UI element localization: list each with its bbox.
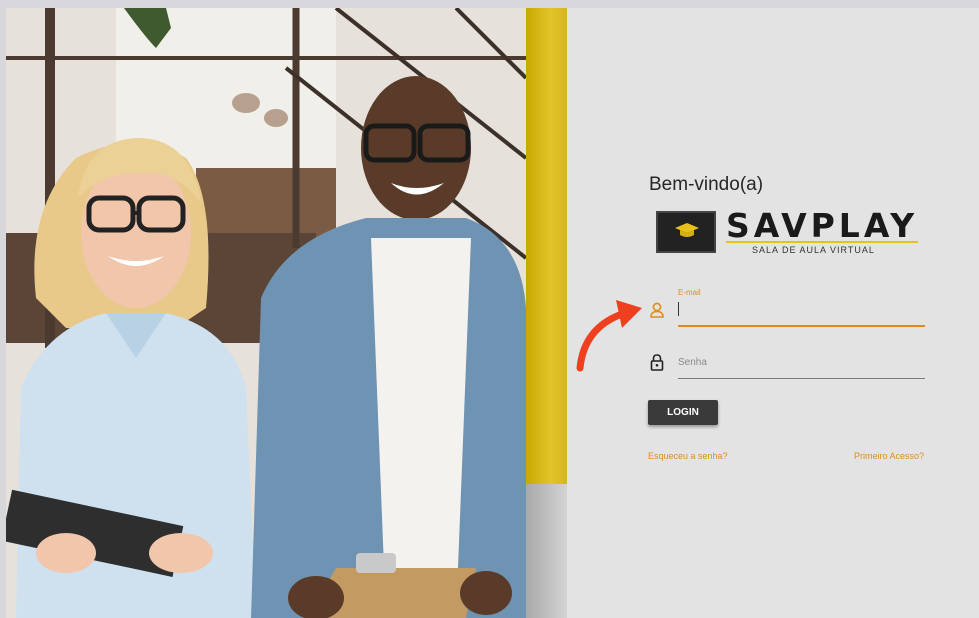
welcome-heading: Bem-vindo(a) bbox=[649, 174, 764, 195]
graduation-cap-icon bbox=[675, 223, 699, 237]
password-placeholder: Senha bbox=[678, 357, 707, 368]
login-button[interactable]: LOGIN bbox=[648, 400, 718, 425]
user-icon bbox=[650, 302, 664, 318]
password-field[interactable]: Senha bbox=[648, 350, 925, 380]
logo-underline bbox=[726, 241, 918, 243]
savplay-logo: SAVPLAY SALA DE AULA VIRTUAL bbox=[656, 208, 920, 258]
hero-photo bbox=[6, 8, 526, 618]
email-underline bbox=[678, 325, 925, 327]
email-label: E-mail bbox=[678, 288, 701, 297]
top-border bbox=[0, 0, 979, 8]
curved-arrow-icon bbox=[576, 300, 642, 372]
logo-brand: SAVPLAY bbox=[726, 206, 919, 245]
panel-shadow bbox=[526, 484, 571, 618]
logo-screen bbox=[656, 211, 716, 253]
password-underline bbox=[678, 378, 925, 379]
accent-bar bbox=[526, 8, 567, 484]
forgot-password-link[interactable]: Esqueceu a senha? bbox=[648, 451, 728, 461]
first-access-link[interactable]: Primeiro Acesso? bbox=[854, 451, 924, 461]
logo-tagline: SALA DE AULA VIRTUAL bbox=[752, 245, 875, 255]
email-field[interactable]: E-mail bbox=[648, 284, 925, 328]
lock-icon bbox=[650, 354, 664, 371]
text-cursor bbox=[678, 302, 679, 316]
